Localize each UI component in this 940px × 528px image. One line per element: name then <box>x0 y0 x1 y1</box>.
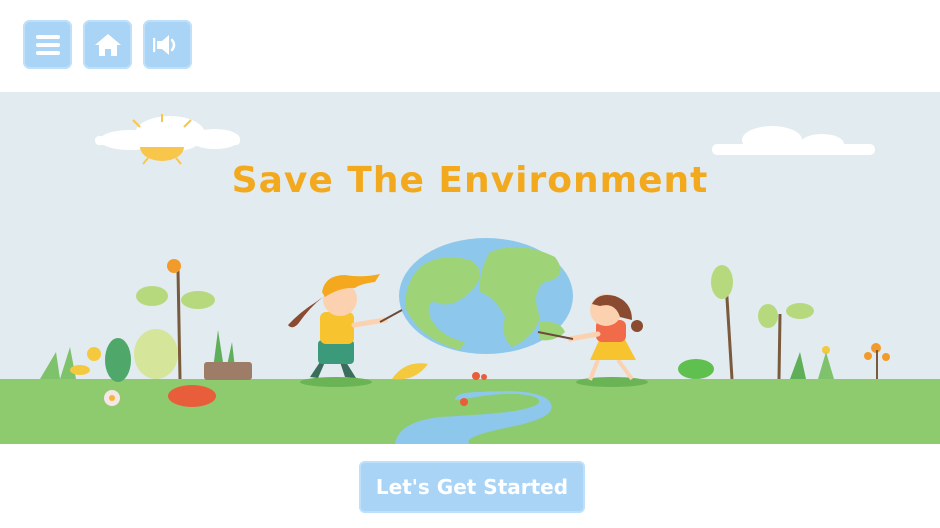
home-icon <box>94 33 122 57</box>
leaf-red <box>168 385 216 407</box>
page-title: Save The Environment <box>231 160 709 201</box>
top-toolbar <box>0 0 940 84</box>
globe-icon <box>399 238 573 354</box>
sound-button[interactable] <box>143 20 192 69</box>
hero-illustration <box>0 92 940 444</box>
get-started-button[interactable]: Let's Get Started <box>359 461 585 513</box>
menu-icon <box>35 34 61 56</box>
home-button[interactable] <box>83 20 132 69</box>
speaker-icon <box>152 33 183 57</box>
menu-button[interactable] <box>23 20 72 69</box>
